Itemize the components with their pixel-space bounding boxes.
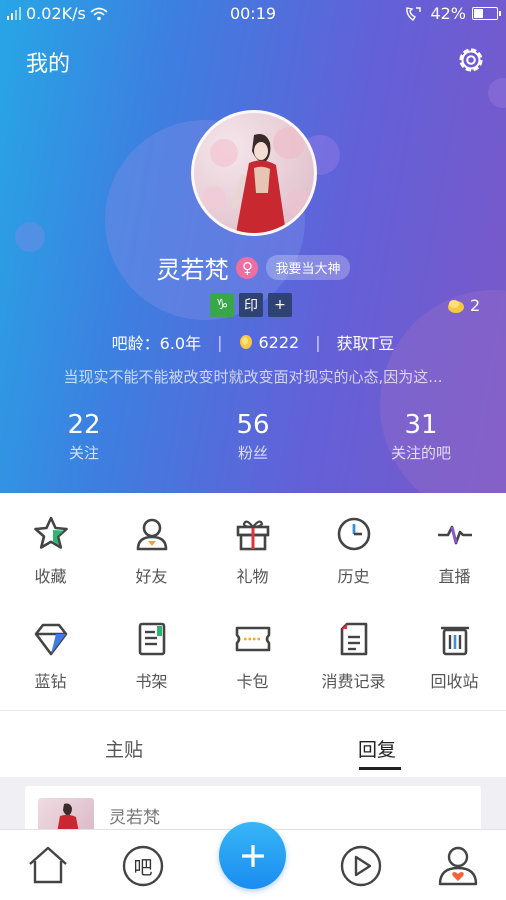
decor-bubble [15, 222, 45, 252]
info-row: 吧龄：6.0年 | 6222 | 获取T豆 [0, 330, 506, 354]
video-play-icon[interactable] [339, 844, 383, 888]
grid-item-live[interactable]: 直播 [404, 493, 505, 593]
grid-label: 书架 [135, 672, 168, 691]
stat-followed-bars[interactable]: 31 关注的吧 [346, 410, 496, 463]
stat-label: 关注的吧 [390, 444, 451, 462]
create-post-button[interactable] [219, 822, 286, 889]
grid-label: 收藏 [34, 567, 67, 586]
star-icon [34, 516, 68, 549]
gift-icon [236, 520, 270, 551]
stat-value: 31 [404, 410, 438, 440]
ticket-icon [235, 626, 271, 652]
tab-replies[interactable]: 回复 [358, 735, 396, 762]
stat-value: 22 [67, 410, 101, 440]
active-tab-indicator [359, 767, 401, 770]
diamond-icon [34, 623, 68, 656]
female-icon: ♀ [236, 256, 259, 279]
nav-bars-label: 吧 [133, 856, 153, 879]
grid-label: 历史 [337, 567, 370, 586]
coin-balance[interactable]: 6222 [238, 333, 299, 352]
clock-icon [337, 517, 371, 551]
decor-bubble [488, 78, 506, 108]
stat-fans[interactable]: 56 粉丝 [178, 410, 328, 463]
tab-main-posts[interactable]: 主贴 [105, 735, 143, 762]
seal-badge[interactable]: 印 [239, 293, 263, 317]
grid-label: 回收站 [430, 672, 479, 691]
grid-label: 好友 [135, 567, 168, 586]
my-profile-icon[interactable] [436, 844, 480, 888]
stat-label: 粉丝 [237, 444, 268, 462]
gear-icon[interactable] [455, 44, 487, 76]
grid-label: 直播 [438, 567, 471, 586]
grid-item-recycle-bin[interactable]: 回收站 [404, 598, 505, 698]
bar-age: 吧龄：6.0年 [111, 334, 202, 353]
post-tabs: 主贴 回复 [0, 711, 506, 777]
username-row: 灵若梵 ♀ 我要当大神 [0, 250, 506, 285]
phone-icon [406, 6, 422, 21]
separator: | [217, 332, 223, 352]
username: 灵若梵 [156, 256, 229, 284]
coin-value: 6222 [258, 332, 300, 352]
stat-following[interactable]: 22 关注 [9, 410, 159, 463]
battery-percent: 42% [430, 4, 466, 23]
grid-item-favorites[interactable]: 收藏 [0, 493, 101, 593]
add-badge-button[interactable]: + [268, 293, 292, 317]
home-icon[interactable] [26, 844, 70, 888]
tdou-count[interactable]: 2 [446, 296, 480, 315]
grid-item-gifts[interactable]: 礼物 [202, 493, 303, 593]
grid-label: 卡包 [236, 672, 269, 691]
grid-label: 蓝钻 [34, 672, 67, 691]
grid-item-card-pack[interactable]: 卡包 [202, 598, 303, 698]
feature-grid: 收藏 好友 礼物 历史 直播 蓝钻 书架 卡包 消费记录 回收站 [0, 493, 506, 710]
tdou-count-value: 2 [470, 296, 481, 315]
profile-header: 0.02K/s 00:19 42% 我的 灵若梵 ♀ 我要当大神 ♑ 印 + 2… [0, 0, 506, 493]
avatar-illustration [202, 127, 313, 233]
stat-value: 56 [236, 410, 270, 440]
stat-label: 关注 [68, 444, 99, 462]
grid-item-blue-diamond[interactable]: 蓝钻 [0, 598, 101, 698]
nav-bars[interactable]: 吧 [121, 844, 165, 888]
grid-item-spending-record[interactable]: 消费记录 [303, 598, 404, 698]
receipt-icon [340, 622, 368, 656]
tdou-icon [448, 299, 464, 313]
live-icon [438, 525, 472, 545]
post-author-name: 灵若梵 [109, 808, 160, 828]
grid-item-friends[interactable]: 好友 [101, 493, 202, 593]
friend-icon [136, 518, 168, 551]
avatar[interactable] [191, 110, 317, 236]
status-right: 42% [404, 4, 501, 23]
trash-icon [441, 626, 469, 656]
grid-item-bookshelf[interactable]: 书架 [101, 598, 202, 698]
bookshelf-icon [138, 622, 166, 656]
god-badge[interactable]: 我要当大神 [266, 255, 350, 280]
status-bar: 0.02K/s 00:19 42% [0, 0, 506, 28]
grid-label: 消费记录 [321, 672, 386, 691]
stats-row: 22 关注 56 粉丝 31 关注的吧 [0, 410, 506, 470]
page-title: 我的 [26, 52, 71, 77]
coin-icon [240, 335, 253, 349]
badge-row: ♑ 印 + [210, 293, 292, 317]
separator: | [315, 332, 321, 352]
plus-icon [241, 844, 264, 867]
grid-label: 礼物 [236, 567, 269, 586]
signature: 当现实不能不能被改变时就改变面对现实的心态,因为这... [63, 368, 443, 386]
battery-fill [474, 9, 483, 18]
grid-item-history[interactable]: 历史 [303, 493, 404, 593]
get-tdou-link[interactable]: 获取T豆 [337, 330, 395, 354]
capricorn-badge[interactable]: ♑ [210, 293, 234, 317]
battery-icon [472, 7, 501, 20]
